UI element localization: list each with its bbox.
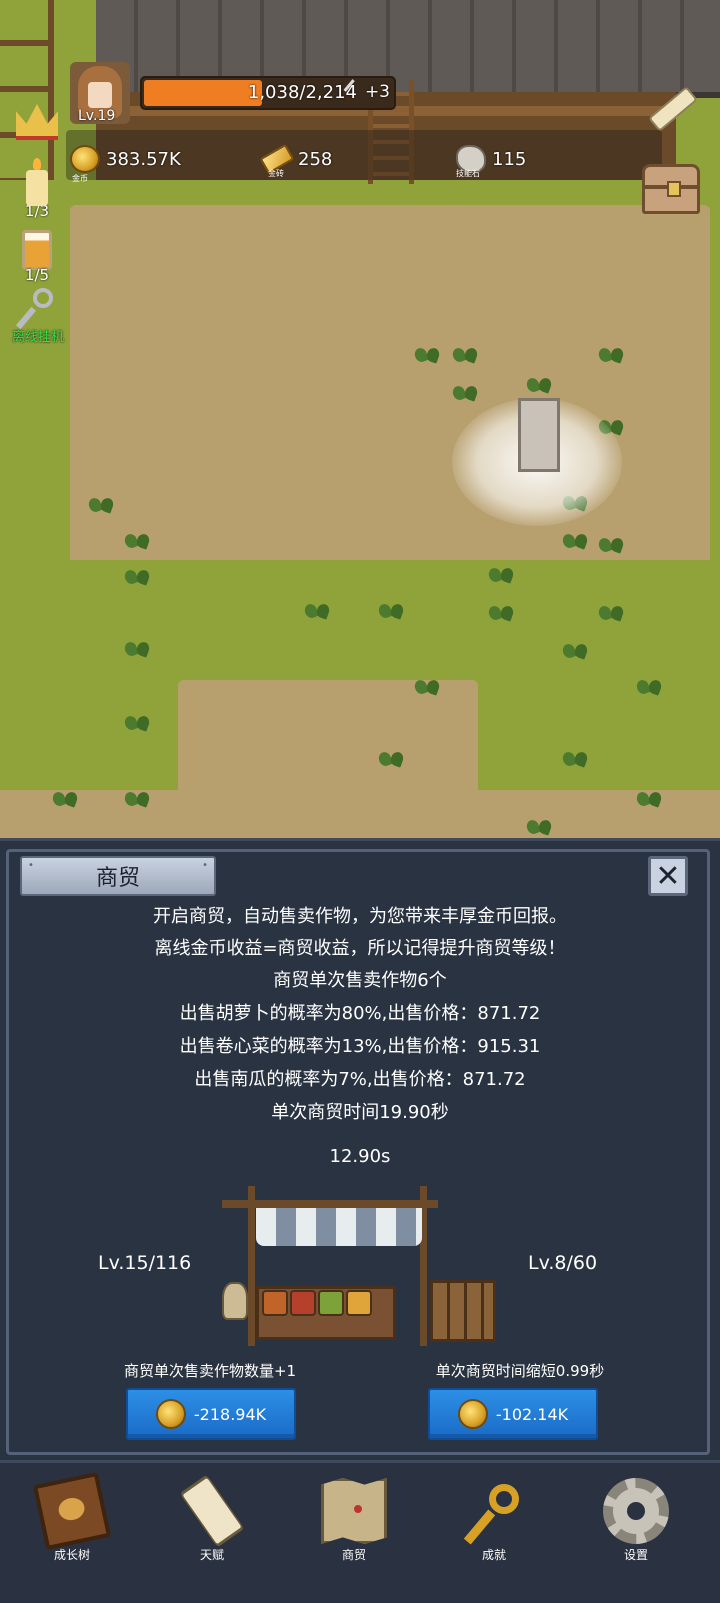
nav-achievements[interactable]: 成就 (434, 1470, 554, 1590)
crop[interactable] (488, 598, 514, 620)
crop[interactable] (378, 596, 404, 618)
crown-button[interactable] (14, 104, 60, 140)
beer-button[interactable]: 1/5 (14, 230, 60, 284)
upgrade-quantity-button[interactable]: -218.94K (126, 1388, 296, 1440)
close-button[interactable]: ✕ (648, 856, 688, 896)
right-upgrade-label: 单次商贸时间缩短0.99秒 (435, 1362, 605, 1380)
trade-timer: 12.90s (329, 1146, 391, 1167)
crop[interactable] (598, 530, 624, 552)
left-upgrade-level: Lv.15/116 (98, 1252, 192, 1274)
crop[interactable] (88, 490, 114, 512)
crop[interactable] (414, 340, 440, 362)
nav-trade[interactable]: 商贸 (294, 1470, 414, 1590)
trade-desc-line: 单次商贸时间19.90秒 (271, 1102, 449, 1123)
key-icon (19, 288, 57, 328)
crop[interactable] (414, 672, 440, 694)
crop[interactable] (124, 526, 150, 548)
resource-coins[interactable]: 金币 383.57K (70, 138, 181, 183)
crop[interactable] (52, 784, 78, 806)
crown-icon (16, 104, 58, 140)
stone-pillar[interactable] (518, 398, 560, 472)
xp-text: 1,038/2,214 (247, 82, 357, 103)
crop[interactable] (304, 596, 330, 618)
trade-desc-line: 出售卷心菜的概率为13%,出售价格：915.31 (179, 1036, 541, 1057)
panel-title: 商贸 (20, 856, 216, 896)
crop[interactable] (124, 562, 150, 584)
idle-button[interactable]: 离线挂机 (8, 288, 68, 345)
gear-icon (603, 1478, 669, 1544)
scroll-icon (179, 1474, 245, 1548)
coin-icon (457, 1399, 488, 1429)
trade-desc-line: 出售南瓜的概率为7%,出售价格：871.72 (194, 1069, 526, 1090)
left-upgrade-label: 商贸单次售卖作物数量+1 (123, 1362, 297, 1380)
crop[interactable] (636, 672, 662, 694)
xp-bar: 1,038/2,214 +3 (140, 76, 396, 110)
upgrade-time-button[interactable]: -102.14K (428, 1388, 598, 1440)
trade-desc-line: 离线金币收益=商贸收益，所以记得提升商贸等级！ (154, 938, 566, 959)
crop[interactable] (124, 634, 150, 656)
key-icon (461, 1478, 527, 1544)
crop[interactable] (562, 636, 588, 658)
trade-desc-line: 商贸单次售卖作物6个 (273, 970, 447, 991)
nav-talent[interactable]: 天赋 (152, 1470, 272, 1590)
dirt-patch (178, 680, 478, 800)
fence (0, 0, 54, 180)
crop[interactable] (452, 340, 478, 362)
crop[interactable] (636, 784, 662, 806)
crop[interactable] (526, 812, 552, 834)
dirt-field (70, 205, 710, 575)
candle-icon (26, 158, 48, 206)
book-icon (32, 1471, 112, 1551)
resource-skill-stones[interactable]: 115 技能石 (456, 138, 526, 180)
crop[interactable] (452, 378, 478, 400)
right-upgrade-level: Lv.8/60 (528, 1252, 598, 1274)
candle-button[interactable]: 1/3 (14, 158, 60, 220)
crop[interactable] (378, 744, 404, 766)
crop[interactable] (562, 744, 588, 766)
farm-scene[interactable] (0, 0, 720, 850)
trade-desc-line: 开启商贸，自动售卖作物，为您带来丰厚金币回报。 (153, 906, 567, 927)
nav-growth-tree[interactable]: 成长树 (12, 1470, 132, 1590)
crop[interactable] (562, 526, 588, 548)
resource-gold-bars[interactable]: 258 金砖 (259, 138, 332, 180)
beer-icon (22, 230, 52, 270)
player-level: Lv.19 (78, 108, 116, 124)
map-icon (321, 1478, 387, 1544)
xp-bonus[interactable]: +3 (343, 79, 390, 102)
crop[interactable] (124, 784, 150, 806)
crop[interactable] (598, 598, 624, 620)
crop[interactable] (526, 370, 552, 392)
crop[interactable] (124, 708, 150, 730)
close-icon: ✕ (655, 858, 681, 894)
coin-icon (155, 1399, 186, 1429)
crop[interactable] (598, 340, 624, 362)
treasure-chest-icon[interactable] (642, 164, 700, 214)
nav-settings[interactable]: 设置 (576, 1470, 696, 1590)
market-stall-image (222, 1186, 498, 1346)
crop[interactable] (488, 560, 514, 582)
trade-desc-line: 出售胡萝卜的概率为80%,出售价格：871.72 (179, 1003, 541, 1024)
pickaxe-icon (343, 79, 366, 101)
coin-icon: 金币 (70, 145, 100, 183)
